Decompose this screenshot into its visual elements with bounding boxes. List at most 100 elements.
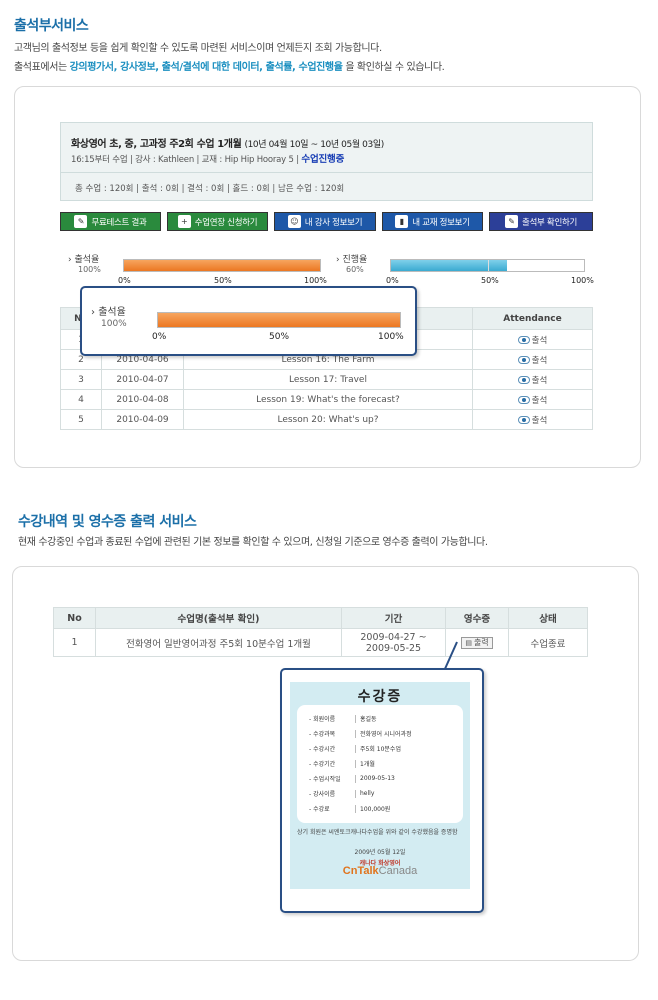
row-attendance: 출석 <box>472 369 593 390</box>
certificate-row: - 수강과목 전화영어 시니어과정 <box>309 729 412 738</box>
row-no: 4 <box>60 389 102 410</box>
attendance-service-desc-2: 출석표에서는 강의평가서, 강사정보, 출석/결석에 대한 데이터, 출석률, … <box>14 58 445 73</box>
print-receipt-button[interactable]: ▤ 출력 <box>461 636 493 649</box>
row-lesson: Lesson 20: What's up? <box>183 409 473 430</box>
eye-icon <box>517 375 530 384</box>
callout-scale-50: 50% <box>269 332 290 342</box>
row-attendance: 출석 <box>472 409 593 430</box>
col-course-name: 수업명(출석부 확인) <box>95 607 342 629</box>
pencil-icon: ✎ <box>504 215 518 228</box>
callout-pct: 100% <box>101 319 127 329</box>
certificate-row: - 회원이름 홍길동 <box>309 714 377 723</box>
pencil-icon: ✎ <box>74 215 88 228</box>
scale-100: 100% <box>304 276 327 285</box>
certificate-note: 상기 회원은 씨엔토크캐나다수업을 위와 같이 수강했음을 증명함 <box>297 829 458 836</box>
course-stats: 총 수업 : 120회 | 출석 : 0회 | 결석 : 0회 | 홀드 : 0… <box>61 172 592 200</box>
progress-rate-label: › 진행율 <box>336 255 368 265</box>
course-title: 화상영어 초, 중, 고과정 주2회 수업 1개월 (10년 04월 10일 ~… <box>71 135 384 150</box>
desc-suffix: 을 확인하실 수 있습니다. <box>345 62 445 73</box>
row-lesson: Lesson 19: What's the forecast? <box>183 389 473 410</box>
attendance-status[interactable]: 출석 <box>517 394 547 406</box>
progress-tick <box>487 260 489 271</box>
course-info-box: 화상영어 초, 중, 고과정 주2회 수업 1개월 (10년 04월 10일 ~… <box>60 122 593 201</box>
col-period: 기간 <box>341 607 446 629</box>
attendance-rate-bar <box>123 259 321 272</box>
receipt-service-title: 수강내역 및 영수증 출력 서비스 <box>18 514 197 530</box>
callout-bar <box>157 312 401 328</box>
book-icon: ▮ <box>395 215 409 228</box>
progress-rate-pct: 60% <box>346 265 364 274</box>
person-icon: ☺ <box>287 215 301 228</box>
scale-50b: 50% <box>481 276 499 285</box>
plus-icon: + <box>177 215 191 228</box>
free-test-result-button[interactable]: ✎ 무료테스트 결과 <box>60 212 161 231</box>
col-no: No <box>53 607 96 629</box>
eye-icon <box>517 415 530 424</box>
scale-0: 0% <box>118 276 131 285</box>
eye-icon <box>517 355 530 364</box>
printer-icon: ▤ <box>465 638 472 647</box>
table-row: 4 2010-04-08 Lesson 19: What's the forecas… <box>60 389 593 410</box>
certificate-title: 수강증 <box>357 689 403 705</box>
attendance-rate-fill <box>124 260 320 271</box>
col-attendance: Attendance <box>472 307 593 330</box>
eye-icon <box>517 395 530 404</box>
certificate-details: - 회원이름 홍길동 - 수강과목 전화영어 시니어과정 - 수강시간 주5회 10분수업… <box>297 705 463 823</box>
table-row: 3 2010-04-07 Lesson 17: Travel 출석 <box>60 369 593 390</box>
cntalk-logo: CnTalkCanada <box>342 865 418 877</box>
row-course-name[interactable]: 전화영어 일반영어과정 주5회 10분수업 1개월 <box>95 628 342 657</box>
desc-prefix: 출석표에서는 <box>14 62 67 73</box>
row-date: 2010-04-08 <box>101 389 184 410</box>
col-status: 상태 <box>508 607 588 629</box>
certificate: 수강증 - 회원이름 홍길동 - 수강과목 전화영어 시니어과정 - 수강시간 주5회 1… <box>290 682 470 889</box>
col-receipt: 영수증 <box>445 607 509 629</box>
certificate-row: - 수강시간 주5회 10분수업 <box>309 744 401 753</box>
attendance-status[interactable]: 출석 <box>517 374 547 386</box>
row-status: 수업종료 <box>508 628 588 657</box>
callout-scale-100: 100% <box>378 332 404 342</box>
row-attendance: 출석 <box>472 349 593 370</box>
certificate-row: - 강사이름 helly <box>309 789 375 798</box>
progress-rate-bar <box>390 259 585 272</box>
progress-rate-fill <box>391 260 507 271</box>
row-date: 2010-04-07 <box>101 369 184 390</box>
table-row: 5 2010-04-09 Lesson 20: What's up? 출석 <box>60 409 593 430</box>
callout-label: › 출석율 <box>91 307 126 318</box>
scale-50: 50% <box>214 276 232 285</box>
row-attendance: 출석 <box>472 389 593 410</box>
row-date: 2010-04-09 <box>101 409 184 430</box>
scale-100b: 100% <box>571 276 594 285</box>
receipt-table: No 수업명(출석부 확인) 기간 영수증 상태 1 전화영어 일반영어과정 주… <box>53 607 588 657</box>
teacher-info-button[interactable]: ☺ 내 강사 정보보기 <box>274 212 376 231</box>
attendance-rate-pct: 100% <box>78 265 101 274</box>
row-lesson: Lesson 17: Travel <box>183 369 473 390</box>
scale-0b: 0% <box>386 276 399 285</box>
certificate-row: - 수강료 100,000원 <box>309 804 391 813</box>
attendance-rate-callout: › 출석율 100% 0% 50% 100% <box>80 286 417 356</box>
attendance-service-desc-1: 고객님의 출석정보 등을 쉽게 확인할 수 있도록 마련된 서비스이며 언제든지… <box>14 43 382 54</box>
eye-icon <box>517 335 530 344</box>
callout-bar-fill <box>158 313 400 327</box>
textbook-info-button[interactable]: ▮ 내 교재 정보보기 <box>382 212 483 231</box>
attendance-status[interactable]: 출석 <box>517 334 547 346</box>
attendance-status[interactable]: 출석 <box>517 354 547 366</box>
certificate-row: - 수업시작일 2009-05-13 <box>309 774 395 783</box>
certificate-row: - 수강기간 1개월 <box>309 759 375 768</box>
certificate-callout: 수강증 - 회원이름 홍길동 - 수강과목 전화영어 시니어과정 - 수강시간 주5회 1… <box>280 668 484 913</box>
callout-scale-0: 0% <box>152 332 167 342</box>
course-period: (10년 04월 10일 ~ 10년 05월 03일) <box>244 140 385 150</box>
table-row: 1 전화영어 일반영어과정 주5회 10분수업 1개월 2009-04-27 ~… <box>53 628 588 657</box>
attendance-rate-label: › 출석율 <box>68 255 100 265</box>
row-no: 5 <box>60 409 102 430</box>
row-no: 3 <box>60 369 102 390</box>
row-no: 1 <box>53 628 96 657</box>
desc-highlight: 강의평가서, 강사정보, 출석/결석에 대한 데이터, 출석률, 수업진행율 <box>69 62 343 73</box>
extend-class-button[interactable]: + 수업연장 신청하기 <box>167 212 268 231</box>
receipt-service-desc: 현재 수강중인 수업과 종료된 수업에 관련된 기본 정보를 확인할 수 있으며… <box>18 537 488 548</box>
attendance-check-button[interactable]: ✎ 출석부 확인하기 <box>489 212 593 231</box>
attendance-service-title: 출석부서비스 <box>14 18 89 34</box>
course-status-badge: 수업진행중 <box>301 154 345 165</box>
attendance-status[interactable]: 출석 <box>517 414 547 426</box>
row-attendance: 출석 <box>472 329 593 350</box>
certificate-date: 2009년 05월 12일 <box>354 849 406 856</box>
